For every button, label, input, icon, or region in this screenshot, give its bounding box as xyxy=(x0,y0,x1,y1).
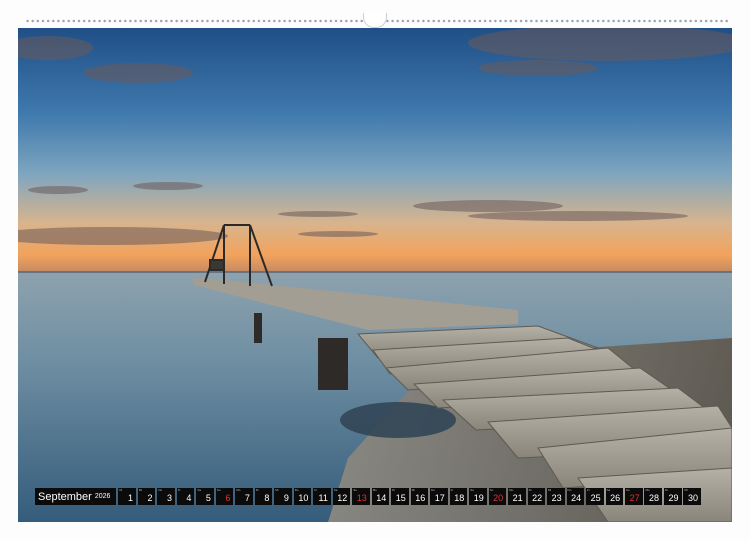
day-cell: Do 10 xyxy=(293,488,312,505)
day-abbr: Di xyxy=(664,488,668,492)
calendar-strip: September 2026 Di 1 Mi 2 Do 3 Fr 4 Sa 5 So 6 Mo 7 Di 8 M… xyxy=(35,488,703,505)
day-cell: Mo 28 xyxy=(644,488,663,505)
day-number: 8 xyxy=(264,493,270,503)
day-number: 19 xyxy=(473,493,484,503)
day-cell: So 27 xyxy=(624,488,643,505)
day-number: 12 xyxy=(337,493,348,503)
day-abbr: Mi xyxy=(411,488,415,492)
day-abbr: Do xyxy=(158,488,163,492)
day-number: 26 xyxy=(610,493,621,503)
day-abbr: Mo xyxy=(372,488,377,492)
day-cell: Di 29 xyxy=(663,488,682,505)
day-number: 13 xyxy=(356,493,367,503)
day-cell: Mo 14 xyxy=(371,488,390,505)
day-abbr: Di xyxy=(119,488,123,492)
day-abbr: Mi xyxy=(138,488,143,492)
day-number: 7 xyxy=(244,493,250,503)
day-cell: Fr 4 xyxy=(176,488,195,505)
day-abbr: Di xyxy=(255,488,259,492)
day-number: 20 xyxy=(493,493,504,503)
day-number: 1 xyxy=(127,493,133,503)
day-cell: Mo 21 xyxy=(508,488,526,505)
day-number: 30 xyxy=(688,493,699,503)
day-abbr: Sa xyxy=(333,488,338,492)
day-cell: Di 15 xyxy=(391,488,409,505)
day-abbr: Mo xyxy=(236,488,241,492)
day-cell: So 6 xyxy=(215,488,234,505)
day-number: 5 xyxy=(205,493,211,503)
day-cell: Sa 5 xyxy=(196,488,214,505)
day-number: 27 xyxy=(629,493,640,503)
day-abbr: Fr xyxy=(450,488,454,492)
day-number: 14 xyxy=(376,493,387,503)
day-cell: Mi 23 xyxy=(547,488,565,505)
landscape-photo xyxy=(18,28,732,522)
day-abbr: Mi xyxy=(275,488,279,492)
day-abbr: Mo xyxy=(509,488,514,492)
day-cell: Mi 16 xyxy=(410,488,429,505)
day-abbr: Fr xyxy=(587,488,590,492)
day-abbr: So xyxy=(216,488,221,492)
day-cell: Sa 26 xyxy=(605,488,624,505)
day-cell: Mo 7 xyxy=(235,488,253,505)
day-abbr: Do xyxy=(431,488,435,492)
day-cell: Do 17 xyxy=(430,488,448,505)
day-cell: Mi 30 xyxy=(683,488,702,505)
day-number: 18 xyxy=(454,493,465,503)
hanger-notch xyxy=(363,13,387,28)
day-number: 15 xyxy=(395,493,406,503)
month-header: September 2026 xyxy=(35,488,117,505)
day-cells: Di 1 Mi 2 Do 3 Fr 4 Sa 5 So 6 Mo 7 Di 8 Mi 9 Do 10 Fr 11 Sa 12 S… xyxy=(118,488,703,505)
calendar-page: September 2026 Di 1 Mi 2 Do 3 Fr 4 Sa 5 So 6 Mo 7 Di 8 M… xyxy=(0,0,750,540)
day-number: 2 xyxy=(147,493,153,503)
day-number: 23 xyxy=(551,493,562,503)
day-cell: So 20 xyxy=(488,488,507,505)
day-cell: Di 1 xyxy=(118,488,136,505)
day-cell: Mi 2 xyxy=(137,488,156,505)
day-number: 16 xyxy=(415,493,426,503)
day-cell: Do 3 xyxy=(157,488,175,505)
day-abbr: Fr xyxy=(314,488,318,492)
day-number: 28 xyxy=(649,493,660,503)
day-number: 29 xyxy=(668,493,679,503)
day-abbr: So xyxy=(625,488,630,492)
year-label: 2026 xyxy=(94,493,111,500)
day-cell: Di 8 xyxy=(254,488,273,505)
pier-scene xyxy=(18,28,732,522)
day-abbr: Do xyxy=(567,488,572,492)
day-abbr: Sa xyxy=(606,488,611,492)
day-cell: Mi 9 xyxy=(274,488,292,505)
day-number: 11 xyxy=(318,493,328,503)
day-abbr: So xyxy=(489,488,494,492)
day-cell: Sa 19 xyxy=(469,488,487,505)
day-number: 25 xyxy=(590,493,601,503)
day-abbr: Mi xyxy=(548,488,552,492)
day-abbr: Mo xyxy=(645,488,650,492)
day-number: 24 xyxy=(571,493,582,503)
day-cell: So 13 xyxy=(352,488,370,505)
day-number: 9 xyxy=(283,493,289,503)
day-cell: Sa 12 xyxy=(332,488,351,505)
day-abbr: Sa xyxy=(470,488,474,492)
day-cell: Fr 11 xyxy=(313,488,331,505)
day-number: 3 xyxy=(166,493,172,503)
day-abbr: Mi xyxy=(684,488,688,492)
day-abbr: Di xyxy=(392,488,396,492)
day-cell: Do 24 xyxy=(566,488,585,505)
day-cell: Fr 25 xyxy=(586,488,604,505)
month-name: September xyxy=(38,490,92,503)
day-abbr: Fr xyxy=(177,488,181,492)
day-number: 17 xyxy=(434,493,445,503)
day-number: 6 xyxy=(225,493,231,503)
day-number: 4 xyxy=(186,493,192,503)
day-abbr: So xyxy=(353,488,357,492)
day-number: 10 xyxy=(298,493,309,503)
day-number: 21 xyxy=(512,493,523,503)
day-abbr: Sa xyxy=(197,488,201,492)
day-cell: Di 22 xyxy=(527,488,546,505)
day-cell: Fr 18 xyxy=(449,488,468,505)
day-abbr: Di xyxy=(528,488,532,492)
day-abbr: Do xyxy=(294,488,299,492)
day-number: 22 xyxy=(532,493,543,503)
